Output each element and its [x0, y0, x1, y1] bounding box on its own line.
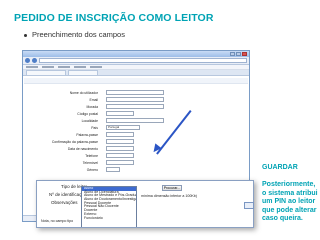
nascimento-input[interactable] — [106, 146, 134, 151]
form-row-morada: Morada — [24, 104, 248, 110]
email-input[interactable] — [106, 97, 164, 102]
field-label: Confirmação da palavra-passe — [51, 140, 98, 144]
guardar-label: GUARDAR — [262, 164, 298, 171]
form-row-telemovel: Telemóvel — [24, 160, 248, 166]
menu-item[interactable] — [74, 66, 86, 68]
browser-toolbar — [23, 57, 249, 65]
close-button[interactable] — [242, 52, 247, 56]
back-icon[interactable] — [25, 58, 30, 63]
form-row-localidade: Localidade — [24, 118, 248, 124]
bullet-point: Preenchimento dos campos — [24, 30, 125, 39]
field-label: País — [91, 126, 98, 130]
password-input[interactable] — [106, 132, 134, 137]
browser-tabbar — [23, 70, 249, 76]
field-label: Telefone — [85, 154, 98, 158]
guardar-button[interactable] — [244, 202, 254, 209]
field-label: Telemóvel — [82, 161, 98, 165]
field-label: Código postal — [77, 112, 98, 116]
field-label: Morada — [86, 105, 99, 109]
field-label: Género — [86, 168, 98, 172]
zoomed-detail-panel: Tipo de leitor Nº de identificação Obser… — [36, 180, 254, 228]
field-label: Nome do utilizador — [69, 91, 98, 95]
form-row-password: Palavra-passe — [24, 132, 248, 138]
browser-tab[interactable] — [26, 70, 66, 75]
genero-select[interactable] — [106, 167, 120, 172]
minimize-button[interactable] — [230, 52, 235, 56]
menu-item[interactable] — [42, 66, 54, 68]
forward-icon[interactable] — [32, 58, 37, 63]
morada-input[interactable] — [106, 104, 164, 109]
form-row-codigo-postal: Código postal — [24, 111, 248, 117]
field-label: Email — [89, 98, 98, 102]
form-row-telefone: Telefone — [24, 153, 248, 159]
zoom-observacoes-label: Observações — [51, 200, 78, 205]
menu-item[interactable] — [26, 66, 38, 68]
page-header — [24, 78, 248, 84]
form-row-pais: País Portugal — [24, 125, 248, 131]
procurar-button[interactable]: Procurar... — [162, 185, 182, 191]
menu-item[interactable] — [58, 66, 70, 68]
menu-item[interactable] — [90, 66, 102, 68]
form-row-confirm-password: Confirmação da palavra-passe — [24, 139, 248, 145]
address-bar[interactable] — [39, 58, 247, 63]
bullet-text: Preenchimento dos campos — [32, 30, 125, 39]
tipo-leitor-dropdown[interactable]: Aluno Aluno de Licenciatura Aluno de Mes… — [81, 186, 137, 227]
browser-tab[interactable] — [68, 70, 98, 75]
confirm-password-input[interactable] — [106, 139, 134, 144]
telemovel-input[interactable] — [106, 160, 134, 165]
form-row-genero: Género — [24, 167, 248, 173]
maximize-button[interactable] — [236, 52, 241, 56]
dropdown-option[interactable]: Funcionário — [82, 216, 136, 221]
nome-input[interactable] — [106, 90, 164, 95]
form-row-email: Email — [24, 97, 248, 103]
zoom-nota-label: Nota, no campo tipo — [41, 219, 74, 223]
zoom-hint-text: mínima dimensão inferior a 100Kb) — [141, 194, 197, 198]
form-row-nome: Nome do utilizador — [24, 90, 248, 96]
field-label: Data de nascimento — [67, 147, 98, 151]
side-note: Posteriormente, o sistema atribui um PIN… — [262, 181, 318, 223]
localidade-input[interactable] — [106, 118, 164, 123]
telefone-input[interactable] — [106, 153, 134, 158]
window-titlebar — [23, 51, 249, 57]
bullet-dot — [24, 33, 27, 37]
pais-select[interactable]: Portugal — [106, 125, 140, 130]
field-label: Localidade — [81, 119, 98, 123]
form-row-nascimento: Data de nascimento — [24, 146, 248, 152]
codigo-postal-input[interactable] — [106, 111, 134, 116]
window-controls — [230, 52, 247, 56]
slide-title: PEDIDO DE INSCRIÇÃO COMO LEITOR — [14, 12, 214, 24]
field-label: Palavra-passe — [76, 133, 98, 137]
